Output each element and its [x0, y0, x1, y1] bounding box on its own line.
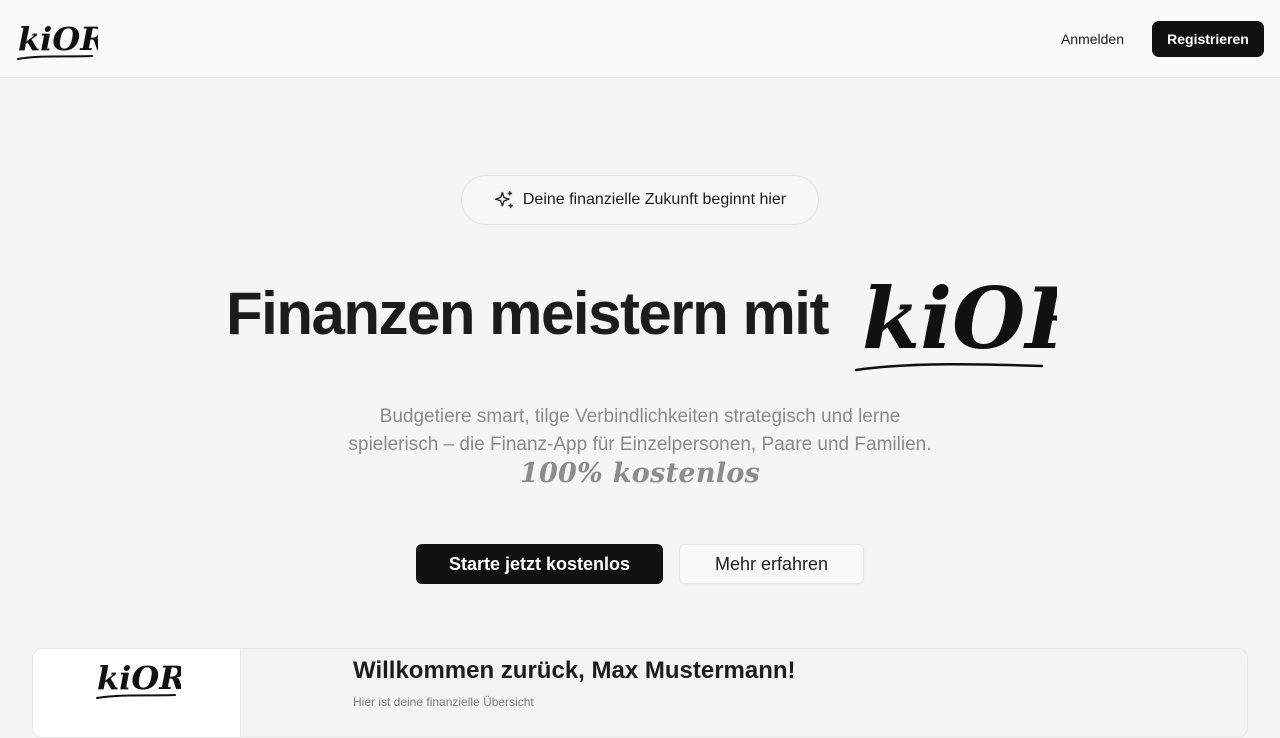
sparkles-icon — [494, 191, 513, 209]
preview-kiori-logo-text: kiORI — [97, 659, 181, 697]
kiori-logo[interactable]: kiORI — [16, 14, 98, 66]
kiori-logo-text: kiORI — [18, 20, 98, 58]
preview-kiori-logo: kiORI — [96, 659, 181, 699]
top-navigation-bar: kiORI Anmelden Registrieren — [0, 0, 1280, 78]
start-free-button[interactable]: Starte jetzt kostenlos — [416, 544, 663, 584]
app-preview: kiORI Willkommen zurück, Max Mustermann!… — [32, 648, 1248, 738]
welcome-subtitle: Hier ist deine finanzielle Übersicht — [353, 695, 534, 709]
learn-more-button[interactable]: Mehr erfahren — [679, 544, 864, 584]
hero-heading: Finanzen meistern mit — [226, 280, 829, 347]
hero-description: Budgetiere smart, tilge Verbindlichkeite… — [280, 403, 1000, 459]
hero-kiori-logo-text: kiORI — [862, 269, 1057, 368]
free-tagline: 100% kostenlos — [519, 458, 761, 489]
hero-kiori-logo: kiORI — [854, 269, 1057, 372]
preview-sidebar: kiORI — [33, 649, 241, 737]
announcement-text: Deine finanzielle Zukunft beginnt hier — [522, 191, 787, 208]
hero-description-line-2: spielerisch – die Finanz-App für Einzelp… — [348, 434, 932, 455]
announcement-badge: Deine finanzielle Zukunft beginnt hier — [461, 175, 819, 225]
login-link[interactable]: Anmelden — [1061, 21, 1124, 57]
register-button[interactable]: Registrieren — [1152, 21, 1264, 57]
hero-description-line-1: Budgetiere smart, tilge Verbindlichkeite… — [379, 406, 901, 427]
welcome-heading: Willkommen zurück, Max Mustermann! — [353, 657, 796, 684]
